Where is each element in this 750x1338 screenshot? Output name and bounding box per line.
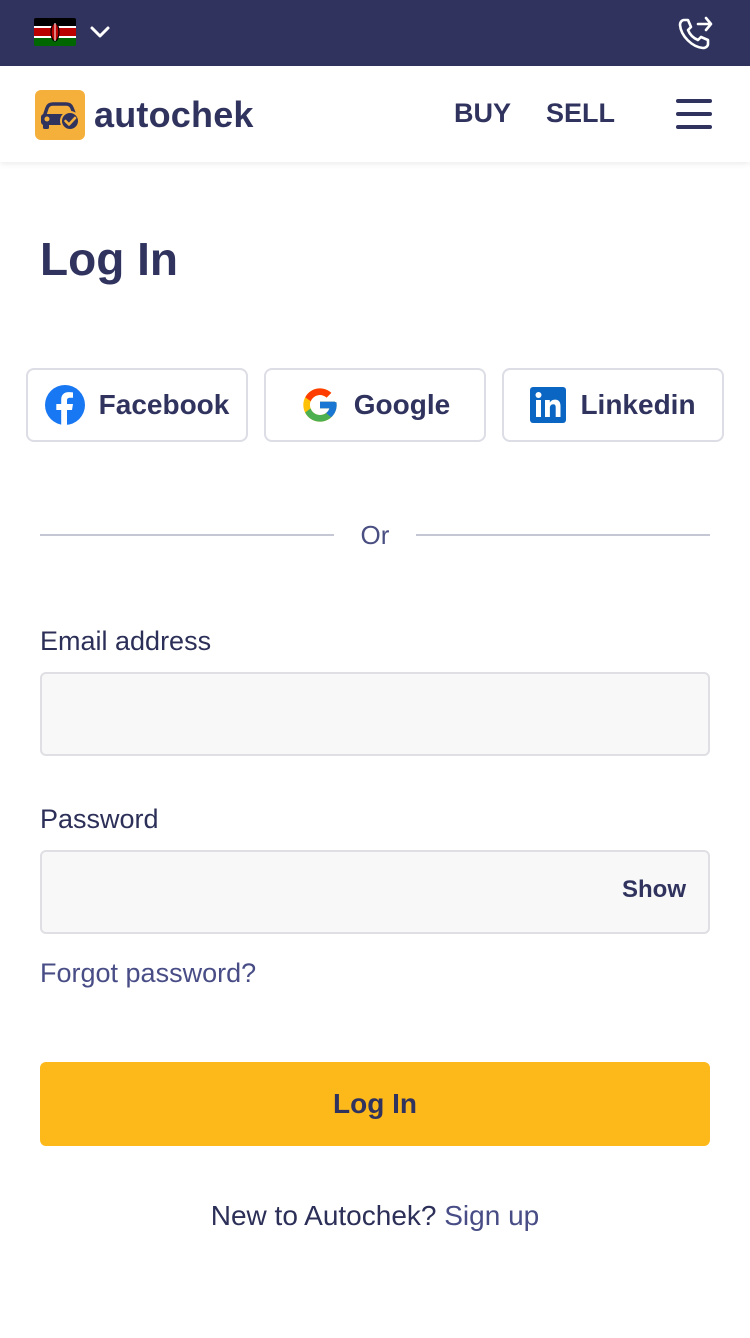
signup-prompt: New to Autochek? Sign up (0, 1200, 750, 1232)
phone-forward-icon[interactable] (674, 12, 716, 54)
password-field[interactable] (40, 850, 710, 934)
facebook-login-button[interactable]: Facebook (26, 368, 248, 442)
kenya-flag-icon (34, 18, 76, 46)
linkedin-label: Linkedin (580, 389, 696, 420)
top-bar (0, 0, 750, 66)
forgot-password-link[interactable]: Forgot password? (40, 958, 256, 989)
autochek-logo[interactable]: autochek (35, 90, 254, 140)
facebook-label: Facebook (98, 389, 230, 420)
facebook-icon (44, 385, 85, 425)
page-title: Log In (40, 233, 178, 285)
nav-sell-link[interactable]: SELL (546, 98, 615, 129)
linkedin-icon (530, 387, 567, 423)
nav-buy-link[interactable]: BUY (454, 98, 511, 129)
car-check-icon (35, 90, 85, 140)
signup-prompt-text: New to Autochek? (210, 1200, 437, 1231)
password-label: Password (40, 804, 159, 834)
chevron-down-icon (90, 26, 110, 38)
login-button[interactable]: Log In (40, 1062, 710, 1146)
hamburger-menu-icon[interactable] (676, 99, 712, 129)
signup-link[interactable]: Sign up (444, 1200, 539, 1231)
main-navbar: autochek BUY SELL (0, 66, 750, 162)
show-password-button[interactable]: Show (622, 876, 686, 904)
google-icon (303, 388, 337, 422)
google-label: Google (353, 389, 451, 420)
country-selector[interactable] (34, 18, 112, 46)
email-label: Email address (40, 626, 212, 656)
linkedin-login-button[interactable]: Linkedin (502, 368, 724, 442)
divider-right (416, 534, 710, 536)
google-login-button[interactable]: Google (264, 368, 486, 442)
logo-text: autochek (94, 94, 254, 135)
email-field[interactable] (40, 672, 710, 756)
